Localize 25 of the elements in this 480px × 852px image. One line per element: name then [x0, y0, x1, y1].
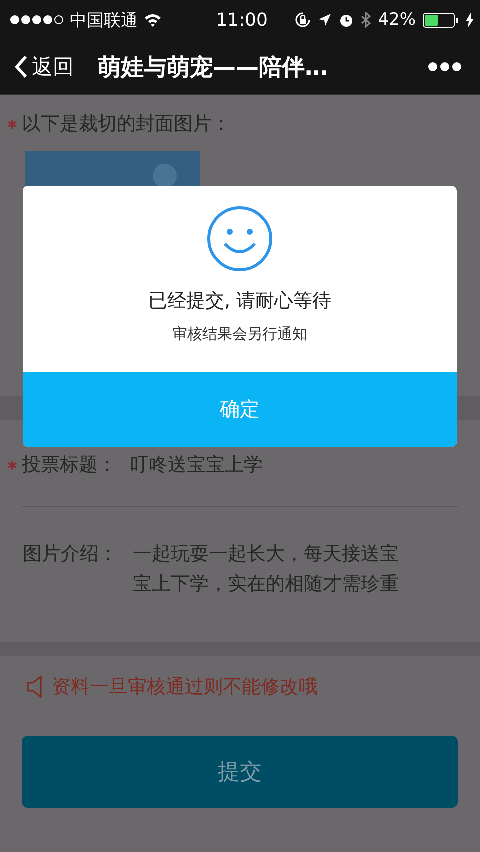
submit-button[interactable]: 提交: [22, 736, 458, 808]
confirm-button[interactable]: 确定: [23, 372, 457, 447]
rotation-lock-icon: [295, 12, 312, 28]
charging-icon: [466, 12, 474, 28]
location-icon: [318, 13, 332, 27]
page-title: 萌娃与萌宠——陪伴…: [98, 54, 329, 82]
bluetooth-icon: [361, 12, 372, 28]
battery-percent: 42%: [378, 10, 416, 30]
wifi-icon: [144, 13, 162, 27]
field-label: 图片介绍：: [23, 542, 118, 567]
back-button[interactable]: 返回: [14, 53, 74, 81]
carrier-name: 中国联通: [70, 10, 138, 32]
clock-time: 11:00: [216, 10, 268, 30]
signal-icon: [10, 15, 64, 25]
dialog-message: 已经提交, 请耐心等待: [147, 289, 333, 314]
warning-text: 资料一旦审核通过则不能修改哦: [52, 674, 318, 700]
field-value: 一起玩耍一起长大，每天接送宝宝上下学，实在的相随才需珍重: [133, 542, 399, 598]
field-label: 投票标题：: [22, 453, 117, 478]
field-value: 叮咚送宝宝上学: [130, 453, 263, 478]
chevron-left-icon: [14, 55, 28, 79]
dialog-detail: 审核结果会另行通知: [172, 325, 308, 344]
section-label: 以下是裁切的封面图片：: [22, 112, 231, 137]
smiley-icon: [207, 206, 273, 272]
speaker-icon: [26, 674, 44, 699]
battery-icon: [423, 12, 459, 28]
